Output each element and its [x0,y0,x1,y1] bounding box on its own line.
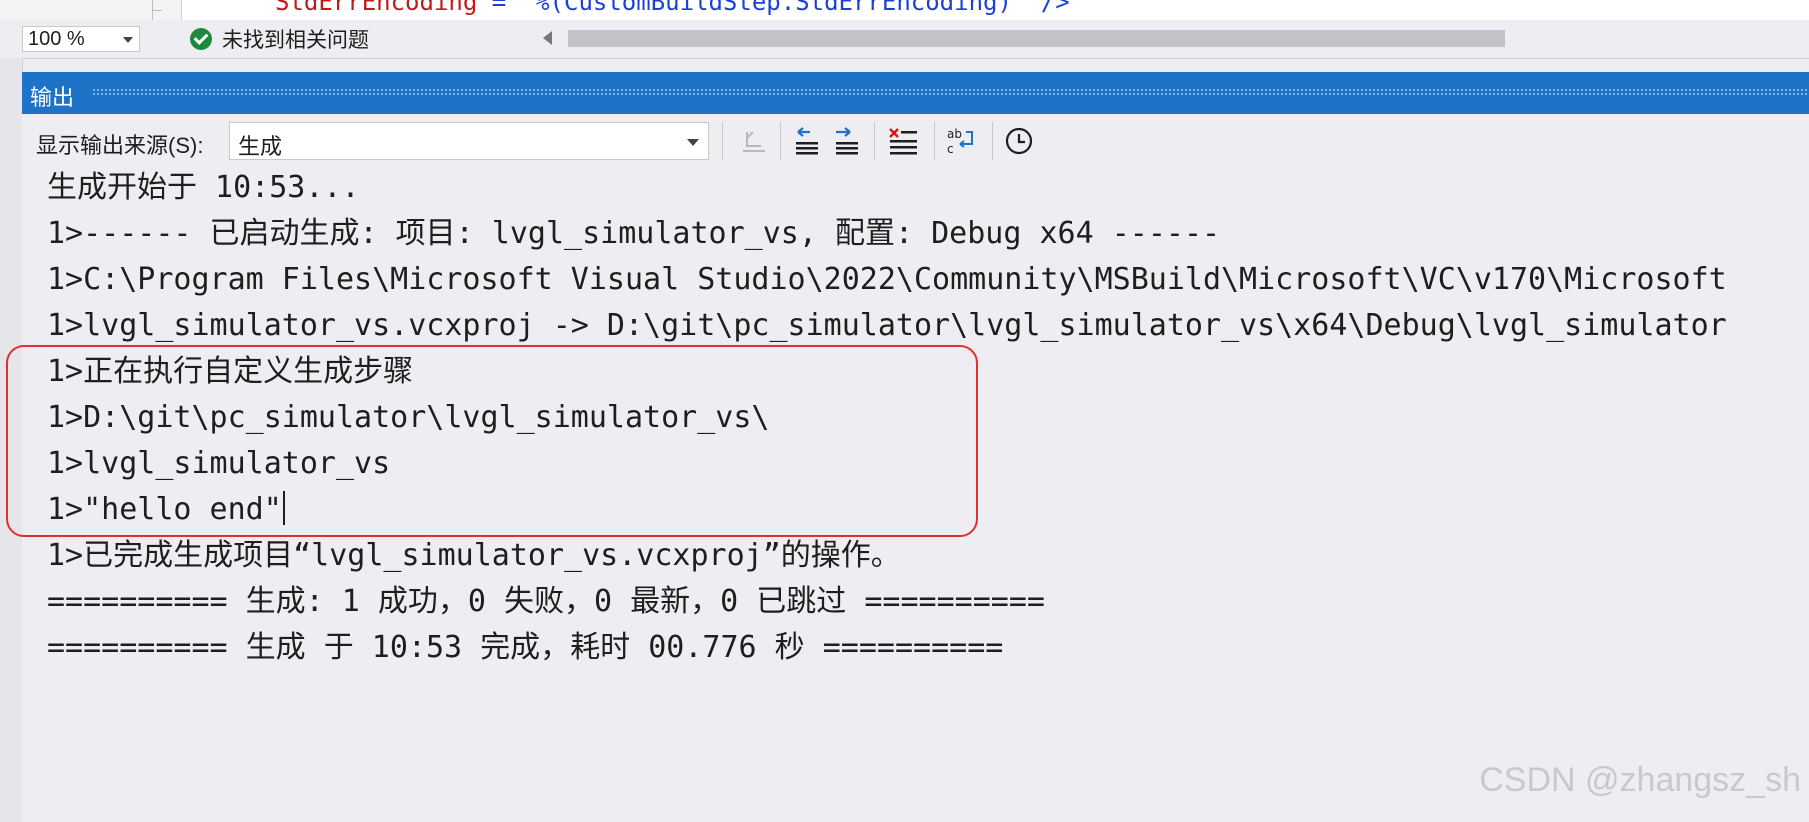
find-previous-icon[interactable] [790,124,824,158]
code-attribute: StdErrEncoding [275,0,478,16]
output-line: ========== 生成 于 10:53 完成，耗时 00.776 秒 ===… [47,630,1004,665]
find-next-icon[interactable] [830,124,864,158]
svg-text:c: c [947,142,954,156]
chevron-down-icon [123,37,133,43]
check-circle-icon [190,28,212,50]
toggle-timestamp-icon[interactable] [1002,124,1036,158]
clear-all-icon[interactable] [886,124,920,158]
editor-status-bar: 100 % 未找到相关问题 [0,20,1809,59]
svg-text:ab: ab [947,127,962,141]
code-value: = "%(CustomBuildStep.StdErrEncoding)" /> [477,0,1070,16]
toolbar-separator [874,122,875,160]
toolbar-separator [992,122,993,160]
code-editor-strip: StdErrEncoding = "%(CustomBuildStep.StdE… [0,0,1809,20]
toolbar-separator [934,122,935,160]
zoom-dropdown[interactable]: 100 % [22,26,140,52]
goto-error-icon[interactable] [737,124,771,158]
toolbar-separator [780,122,781,160]
titlebar-grip [92,88,1809,97]
outline-tick [152,10,162,11]
toggle-word-wrap-icon[interactable]: ab c [944,124,978,158]
output-window-title: 输出 [30,85,75,110]
zoom-value: 100 % [28,28,85,50]
toolbar-separator [722,122,723,160]
output-line: ========== 生成: 1 成功，0 失败，0 最新，0 已跳过 ====… [47,584,1045,619]
output-window-titlebar[interactable]: 输出 [22,72,1809,114]
scroll-left-arrow-icon[interactable] [543,31,552,45]
issues-status-text: 未找到相关问题 [222,29,369,52]
watermark: CSDN @zhangsz_sh [1479,761,1801,799]
output-source-value: 生成 [238,134,283,159]
code-line: StdErrEncoding = "%(CustomBuildStep.StdE… [275,0,1070,16]
output-line: 1>C:\Program Files\Microsoft Visual Stud… [47,262,1727,297]
output-line: 1>已完成生成项目“lvgl_simulator_vs.vcxproj”的操作。 [47,538,901,573]
issues-indicator[interactable]: 未找到相关问题 [190,26,369,52]
output-line: 生成开始于 10:53... [47,170,360,205]
output-source-label: 显示输出来源(S): [36,133,204,158]
output-line: 1>lvgl_simulator_vs.vcxproj -> D:\git\pc… [47,308,1727,343]
output-toolbar: 显示输出来源(S): 生成 ab c [22,114,1809,166]
output-line: 1>------ 已启动生成: 项目: lvgl_simulator_vs, 配… [47,216,1221,251]
output-source-dropdown[interactable]: 生成 [229,122,709,160]
chevron-down-icon [687,139,699,146]
red-highlight-annotation [6,345,978,537]
horizontal-scrollbar-thumb[interactable] [568,30,1505,47]
